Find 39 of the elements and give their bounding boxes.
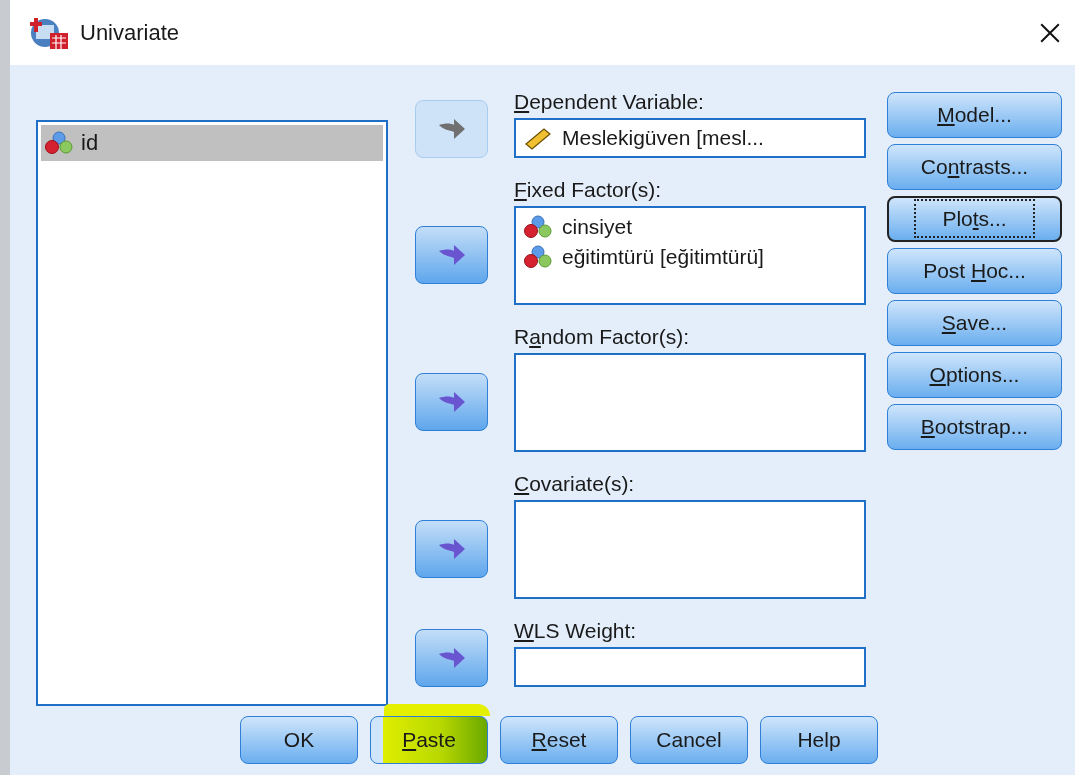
close-icon[interactable] xyxy=(1039,21,1061,44)
move-button[interactable] xyxy=(415,629,488,687)
move-button[interactable] xyxy=(415,100,488,158)
variable-field[interactable]: cinsiyet eğitimtürü [eğitimtürü] xyxy=(514,206,866,305)
variable-name: cinsiyet xyxy=(562,215,633,239)
window-title: Univariate xyxy=(80,19,181,46)
field-label: Dependent Variable: xyxy=(514,89,705,115)
variable-name: eğitimtürü [eğitimtürü] xyxy=(562,245,764,269)
dialog-button[interactable]: Paste xyxy=(370,716,488,764)
dialog-button[interactable]: Model... xyxy=(887,92,1062,138)
variable-name: id xyxy=(81,130,99,156)
variable-field[interactable] xyxy=(514,500,866,599)
dialog-button[interactable]: Options... xyxy=(887,352,1062,398)
dialog-button[interactable]: Reset xyxy=(500,716,618,764)
dialog-button[interactable]: OK xyxy=(240,716,358,764)
field-label: Fixed Factor(s): xyxy=(514,177,663,203)
variable-item[interactable]: id xyxy=(41,125,383,161)
dialog-button[interactable]: Post Hoc... xyxy=(887,248,1062,294)
field-label: Covariate(s): xyxy=(514,471,636,497)
dialog-button[interactable]: Save... xyxy=(887,300,1062,346)
variable-name: Meslekigüven [mesl... xyxy=(562,126,764,150)
dialog-button[interactable]: Contrasts... xyxy=(887,144,1062,190)
variable-field[interactable] xyxy=(514,353,866,452)
ruler-icon xyxy=(524,126,552,150)
move-button[interactable] xyxy=(415,372,488,431)
nominal-variable-icon xyxy=(524,215,552,239)
field-label: Random Factor(s): xyxy=(514,324,691,350)
move-button[interactable] xyxy=(415,225,488,284)
dialog-button[interactable]: Help xyxy=(760,716,878,764)
move-button[interactable] xyxy=(415,519,488,578)
variable-list[interactable]: id xyxy=(36,120,388,706)
variable-field[interactable]: Meslekigüven [mesl... xyxy=(514,118,866,158)
dialog-button[interactable]: Plots... xyxy=(887,196,1062,242)
variable-field[interactable] xyxy=(514,647,866,687)
nominal-variable-icon xyxy=(45,131,73,155)
nominal-variable-icon xyxy=(524,245,552,269)
dialog-button[interactable]: Cancel xyxy=(630,716,748,764)
field-label: WLS Weight: xyxy=(514,618,638,644)
dialog-button[interactable]: Bootstrap... xyxy=(887,404,1062,450)
